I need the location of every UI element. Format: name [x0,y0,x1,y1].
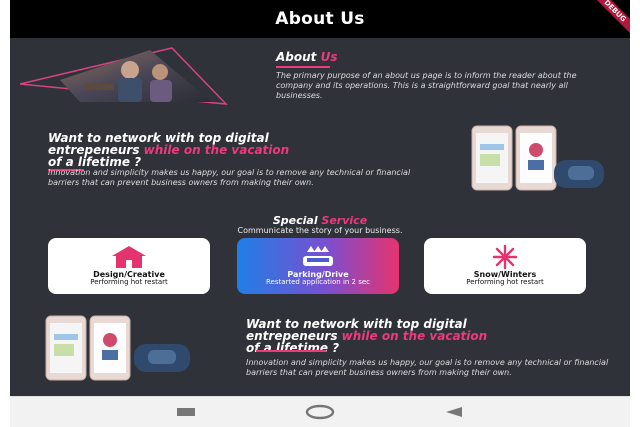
debug-banner: DEBUG [586,0,630,38]
network1-text: Innovation and simplicity makes us happy… [48,168,411,187]
back-button[interactable] [434,397,474,427]
service-card-sub: Performing hot restart [90,278,168,286]
left-border [0,0,10,426]
network2-line3: of a lifetime ? [246,341,340,355]
parking-car-icon [303,246,333,266]
back-icon [446,407,462,417]
network1-heading: Want to network with top digital entrepe… [48,132,448,168]
about-heading-accent: Us [320,50,338,64]
network2-line2-accent: while on the vacation [341,329,488,343]
snowflake-icon [492,244,518,270]
home-icon [112,246,146,268]
recents-icon [177,408,195,416]
home-circle-icon [305,404,335,420]
system-nav-bar [10,396,630,427]
app-frame: About Us DEBUG About Us The primary purp… [0,0,640,427]
service-card-snow[interactable]: Snow/Winters Performing hot restart [424,238,586,294]
phones-image-2 [45,315,190,381]
network2-text: Innovation and simplicity makes us happy… [246,358,609,377]
about-hero-image [20,47,228,105]
about-heading-plain: About [276,50,321,64]
right-border [630,0,640,426]
recents-button[interactable] [166,397,206,427]
service-card-sub: Performing hot restart [466,278,544,286]
page-title: About Us [275,9,365,29]
phones-image-1 [471,125,604,191]
about-heading: About Us [276,50,337,64]
scroll-content[interactable]: About Us The primary purpose of an about… [10,38,630,396]
network1-line2-accent: while on the vacation [143,143,290,157]
service-card-parking[interactable]: Parking/Drive Restarted application in 2… [237,238,399,294]
service-card-sub: Restarted application in 2 sec [265,278,371,286]
services-subtitle: Communicate the story of your business. [237,226,403,235]
about-underline [276,66,330,68]
service-card-design[interactable]: Design/Creative Performing hot restart [48,238,210,294]
about-text: The primary purpose of an about us page … [276,71,577,100]
network1-line3: of a lifetime ? [48,155,142,169]
network2-underline [256,350,326,352]
network2-heading: Want to network with top digital entrepe… [246,318,626,354]
app-bar: About Us DEBUG [10,0,630,38]
home-button[interactable] [300,397,340,427]
